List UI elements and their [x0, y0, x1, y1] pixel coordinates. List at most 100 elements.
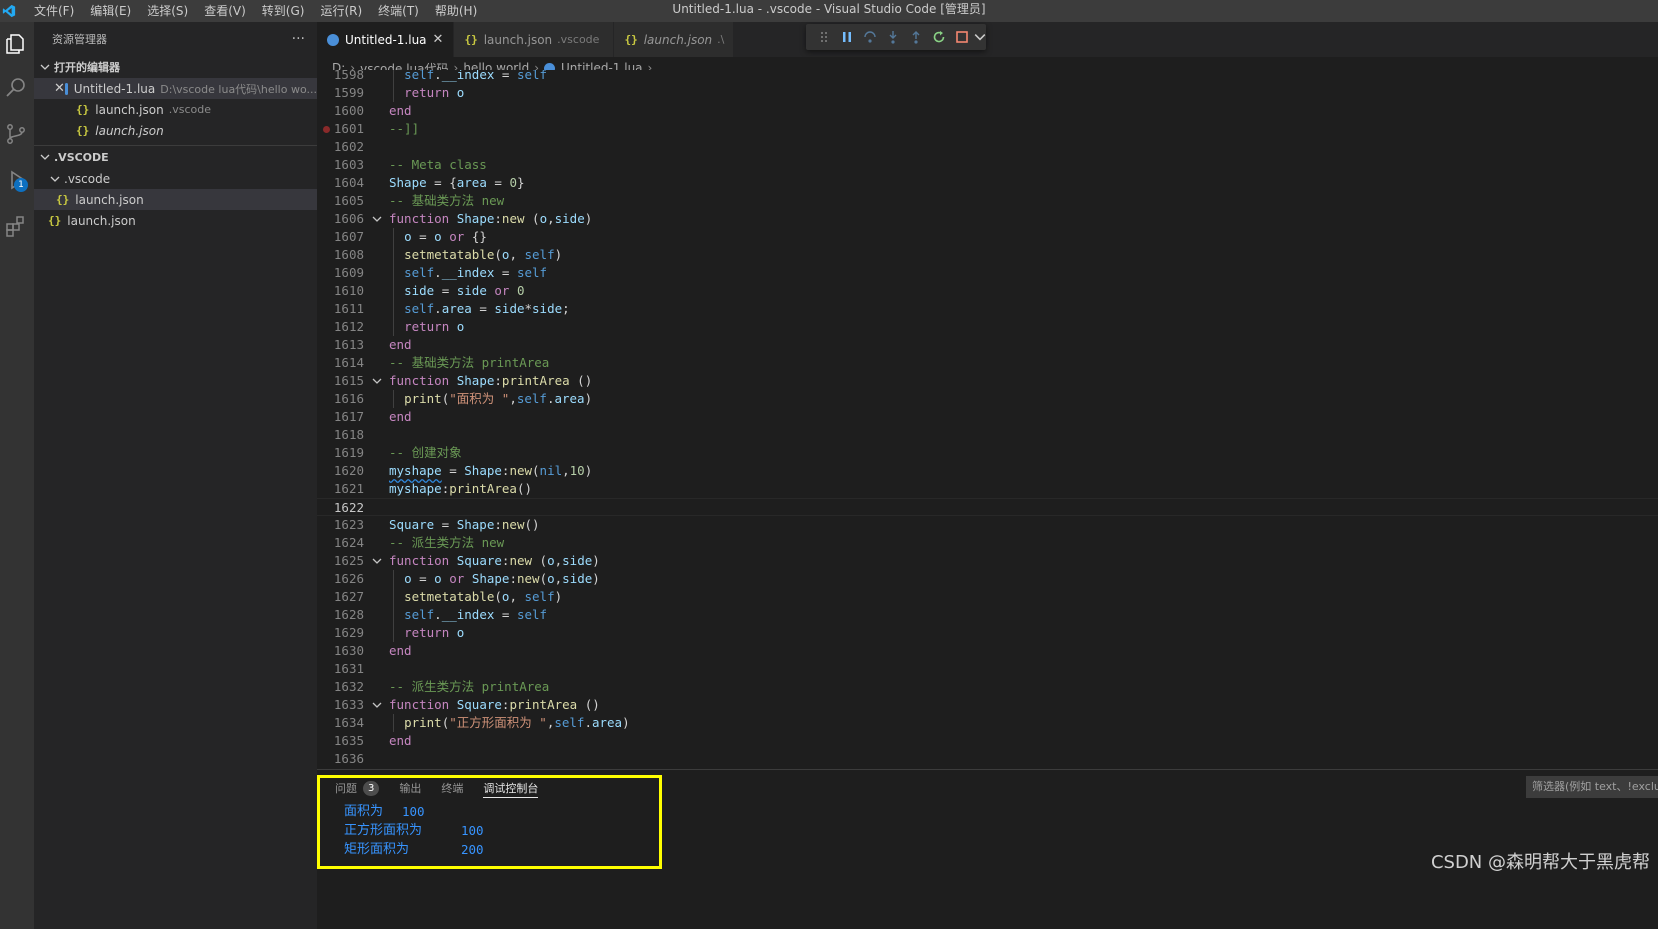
open-editor-item[interactable]: {} launch.json .vscode: [34, 99, 317, 120]
open-editor-item[interactable]: {} launch.json: [34, 120, 317, 141]
step-out-icon[interactable]: [905, 26, 928, 48]
line-number: 1601: [333, 121, 364, 136]
line-number: 1606: [333, 211, 364, 226]
code-text: return o: [404, 625, 465, 640]
console-value: 100: [461, 823, 484, 838]
json-file-icon: {}: [464, 33, 478, 46]
tab-untitled-lua[interactable]: Untitled-1.lua ✕: [317, 22, 455, 57]
code-line: 1625 function Square:new (o,side): [317, 552, 1658, 570]
code-line: 1621 myshape:printArea(): [317, 480, 1658, 498]
sidebar-header: 资源管理器 ···: [34, 22, 317, 56]
menu-selection[interactable]: 选择(S): [139, 0, 196, 22]
tab-launch-json-root[interactable]: {} launch.json .\: [614, 22, 735, 57]
fold-chevron-icon[interactable]: [370, 210, 384, 228]
step-over-icon[interactable]: [858, 26, 881, 48]
pause-icon[interactable]: [835, 26, 858, 48]
tab-terminal[interactable]: 终端: [441, 778, 463, 798]
tab-launch-json[interactable]: {} launch.json .vscode: [454, 22, 615, 57]
debug-toolbar: [806, 24, 986, 50]
tab-label: launch.json: [483, 32, 553, 47]
line-number: 1627: [333, 589, 364, 604]
menu-run[interactable]: 运行(R): [312, 0, 370, 22]
tab-output[interactable]: 输出: [399, 778, 421, 798]
code-text: myshape:printArea(): [389, 481, 533, 496]
restart-icon[interactable]: [928, 26, 951, 48]
console-line: 正方形面积为 100: [344, 821, 484, 840]
menu-terminal[interactable]: 终端(T): [370, 0, 427, 22]
code-line: 1627 setmetatable(o, self): [317, 588, 1658, 606]
extensions-icon[interactable]: [2, 212, 30, 240]
line-number: 1615: [333, 373, 364, 388]
debug-console-output: 面积为 100 正方形面积为 100 矩形面积为 200: [344, 802, 484, 859]
folder-item[interactable]: .vscode: [34, 168, 317, 189]
current-line: 1622: [317, 498, 1658, 516]
code-text: function Shape:printArea (): [389, 373, 593, 388]
tab-label: Untitled-1.lua: [345, 32, 427, 47]
tab-debug-console[interactable]: 调试控制台: [483, 778, 539, 798]
line-number: 1609: [333, 265, 364, 280]
code-text: self.__index = self: [404, 70, 548, 82]
code-line: 1617 end: [317, 408, 1658, 426]
code-line: 1599 return o: [317, 84, 1658, 102]
code-text: o = o or Shape:new(o,side): [404, 571, 600, 586]
open-editors-title: 打开的编辑器: [54, 61, 120, 74]
folder-section[interactable]: .VSCODE: [34, 146, 317, 168]
line-number: 1618: [333, 427, 364, 442]
explorer-icon[interactable]: [2, 30, 30, 58]
tab-problems[interactable]: 问题 3: [335, 778, 380, 798]
close-icon[interactable]: ✕: [54, 81, 65, 96]
code-text: myshape = Shape:new(nil,10): [389, 463, 593, 478]
fold-chevron-icon[interactable]: [370, 552, 384, 570]
panel-tabs: 问题 3 输出 终端 调试控制台: [335, 778, 558, 798]
code-line: 1636: [317, 750, 1658, 768]
menu-edit[interactable]: 编辑(E): [82, 0, 139, 22]
json-file-icon: {}: [76, 124, 90, 137]
code-line: 1600 end: [317, 102, 1658, 120]
code-line: 1611 self.area = side*side;: [317, 300, 1658, 318]
more-actions-icon[interactable]: ···: [292, 31, 305, 47]
source-control-icon[interactable]: [2, 120, 30, 148]
code-text: setmetatable(o, self): [404, 247, 563, 262]
code-text: -- 派生类方法 printArea: [389, 679, 550, 694]
chevron-down-icon[interactable]: [974, 26, 986, 48]
close-icon[interactable]: ✕: [433, 32, 444, 47]
menu-help[interactable]: 帮助(H): [427, 0, 485, 22]
fold-chevron-icon[interactable]: [370, 372, 384, 390]
file-item[interactable]: {} launch.json: [34, 189, 317, 210]
code-line: 1603 -- Meta class: [317, 156, 1658, 174]
search-icon[interactable]: [2, 74, 30, 102]
line-number: 1623: [333, 517, 364, 532]
menu-view[interactable]: 查看(V): [196, 0, 254, 22]
console-label: 矩形面积为: [344, 842, 410, 857]
menu-file[interactable]: 文件(F): [26, 0, 82, 22]
line-number: 1611: [333, 301, 364, 316]
json-file-icon: {}: [624, 33, 638, 46]
line-number: 1631: [333, 661, 364, 676]
code-line: 1610 side = side or 0: [317, 282, 1658, 300]
line-number: 1635: [333, 733, 364, 748]
console-value: 100: [402, 804, 425, 819]
open-editors-section[interactable]: 打开的编辑器: [34, 56, 317, 78]
file-item[interactable]: {} launch.json: [34, 210, 317, 231]
code-editor[interactable]: 1598 self.__index = self 1599 return o 1…: [317, 70, 1658, 768]
menu-go[interactable]: 转到(G): [254, 0, 313, 22]
line-number: 1608: [333, 247, 364, 262]
code-text: print("正方形面积为 ",self.area): [404, 715, 630, 730]
filter-input[interactable]: 筛选器(例如 text、!exclu: [1526, 776, 1658, 798]
chevron-down-icon: [38, 60, 52, 74]
code-line: 1606 function Shape:new (o,side): [317, 210, 1658, 228]
code-line: 1613 end: [317, 336, 1658, 354]
code-text: -- 基础类方法 printArea: [389, 355, 550, 370]
step-into-icon[interactable]: [881, 26, 904, 48]
stop-icon[interactable]: [951, 26, 974, 48]
line-number: 1626: [333, 571, 364, 586]
drag-handle-icon[interactable]: [812, 26, 835, 48]
open-editor-item[interactable]: ✕ Untitled-1.lua D:\vscode lua代码\hello w…: [34, 78, 317, 99]
tab-label: 终端: [441, 782, 464, 795]
run-debug-icon[interactable]: 1: [2, 166, 30, 194]
fold-chevron-icon[interactable]: [370, 696, 384, 714]
code-text: -- 基础类方法 new: [389, 193, 505, 208]
line-number: 1612: [333, 319, 364, 334]
chevron-down-icon: [48, 172, 62, 186]
code-text: end: [389, 733, 412, 748]
